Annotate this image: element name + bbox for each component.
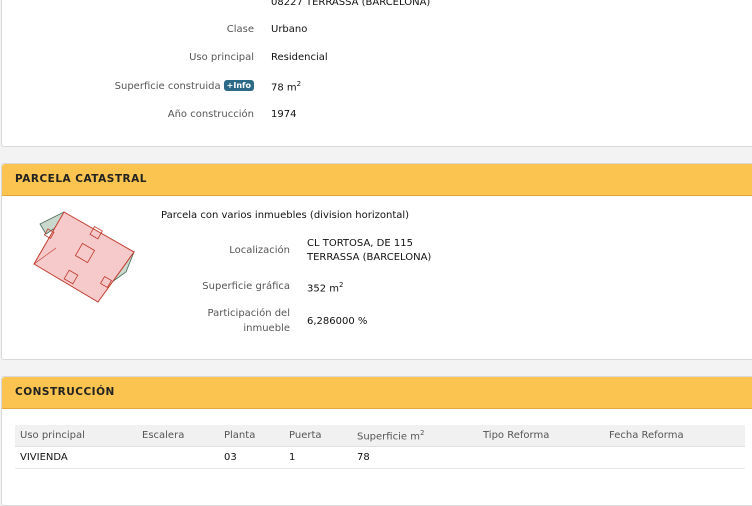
- cell-tipo-reforma: [478, 446, 604, 470]
- col-escalera: Escalera: [137, 425, 219, 448]
- localizacion-label: Localización: [229, 245, 290, 256]
- field-value-clase: Urbano: [271, 24, 308, 35]
- squared-sup: 2: [296, 80, 302, 88]
- address-line: 08227 TERRASSA (BARCELONA): [271, 0, 431, 8]
- superficie-grafica-text: 352 m: [307, 283, 340, 295]
- participacion-label-2: inmueble: [243, 323, 290, 334]
- field-label-superficie: Superficie construida +Info: [115, 80, 254, 92]
- superficie-grafica-label: Superficie gráfica: [202, 281, 290, 292]
- cell-puerta: 1: [284, 446, 352, 470]
- cell-fecha-reforma: [604, 446, 745, 470]
- table-header-row: Uso principal Escalera Planta Puerta Sup…: [15, 425, 745, 448]
- field-label-clase: Clase: [226, 24, 254, 35]
- col-puerta-label: Puerta: [289, 430, 322, 442]
- cell-planta: 03: [219, 446, 284, 470]
- col-fecha-reforma: Fecha Reforma: [604, 425, 745, 448]
- col-superficie-label: Superficie m: [357, 431, 420, 443]
- field-label-uso: Uso principal: [189, 52, 254, 63]
- col-superficie-sup: 2: [419, 429, 425, 437]
- parcela-description: Parcela con varios inmuebles (division h…: [161, 210, 410, 221]
- field-value-superficie: 78 m2: [271, 80, 301, 93]
- parcela-card: PARCELA CATASTRAL Parcela con varios inm…: [1, 163, 752, 360]
- col-uso-principal: Uso principal: [15, 425, 137, 448]
- info-badge-button[interactable]: +Info: [223, 80, 254, 91]
- col-tipo-reforma: Tipo Reforma: [478, 425, 604, 448]
- parcela-title: PARCELA CATASTRAL: [15, 173, 147, 185]
- table-row: VIVIENDA 03 1 78: [15, 446, 745, 470]
- participacion-value: 6,286000 %: [307, 316, 368, 327]
- parcel-map-image[interactable]: [26, 204, 146, 314]
- cell-escalera: [137, 446, 219, 470]
- construccion-header: CONSTRUCCIÓN: [2, 377, 752, 409]
- col-puerta: Puerta: [284, 425, 352, 448]
- superficie-label-text: Superficie construida: [114, 81, 221, 92]
- col-superficie: Superficie m2: [352, 425, 478, 448]
- construccion-title: CONSTRUCCIÓN: [15, 386, 115, 398]
- field-value-ano: 1974: [271, 109, 297, 120]
- col-planta: Planta: [219, 425, 284, 448]
- superficie-grafica-value: 352 m2: [307, 281, 343, 294]
- participacion-label-1: Participación del: [207, 308, 290, 319]
- field-label-ano: Año construcción: [167, 109, 254, 120]
- parcela-header: PARCELA CATASTRAL: [2, 164, 752, 196]
- superficie-value-text: 78 m: [271, 82, 297, 94]
- field-value-uso: Residencial: [271, 52, 328, 63]
- construccion-table: Uso principal Escalera Planta Puerta Sup…: [15, 425, 745, 470]
- inmueble-card: 08227 TERRASSA (BARCELONA) Clase Urbano …: [1, 0, 752, 147]
- localizacion-line1: CL TORTOSA, DE 115: [307, 238, 413, 249]
- localizacion-line2: TERRASSA (BARCELONA): [307, 252, 432, 263]
- construccion-card: CONSTRUCCIÓN Uso principal Escalera Plan…: [1, 376, 752, 506]
- cell-uso: VIVIENDA: [15, 446, 137, 470]
- cell-superficie: 78: [352, 446, 478, 470]
- squared-sup-2: 2: [339, 281, 344, 289]
